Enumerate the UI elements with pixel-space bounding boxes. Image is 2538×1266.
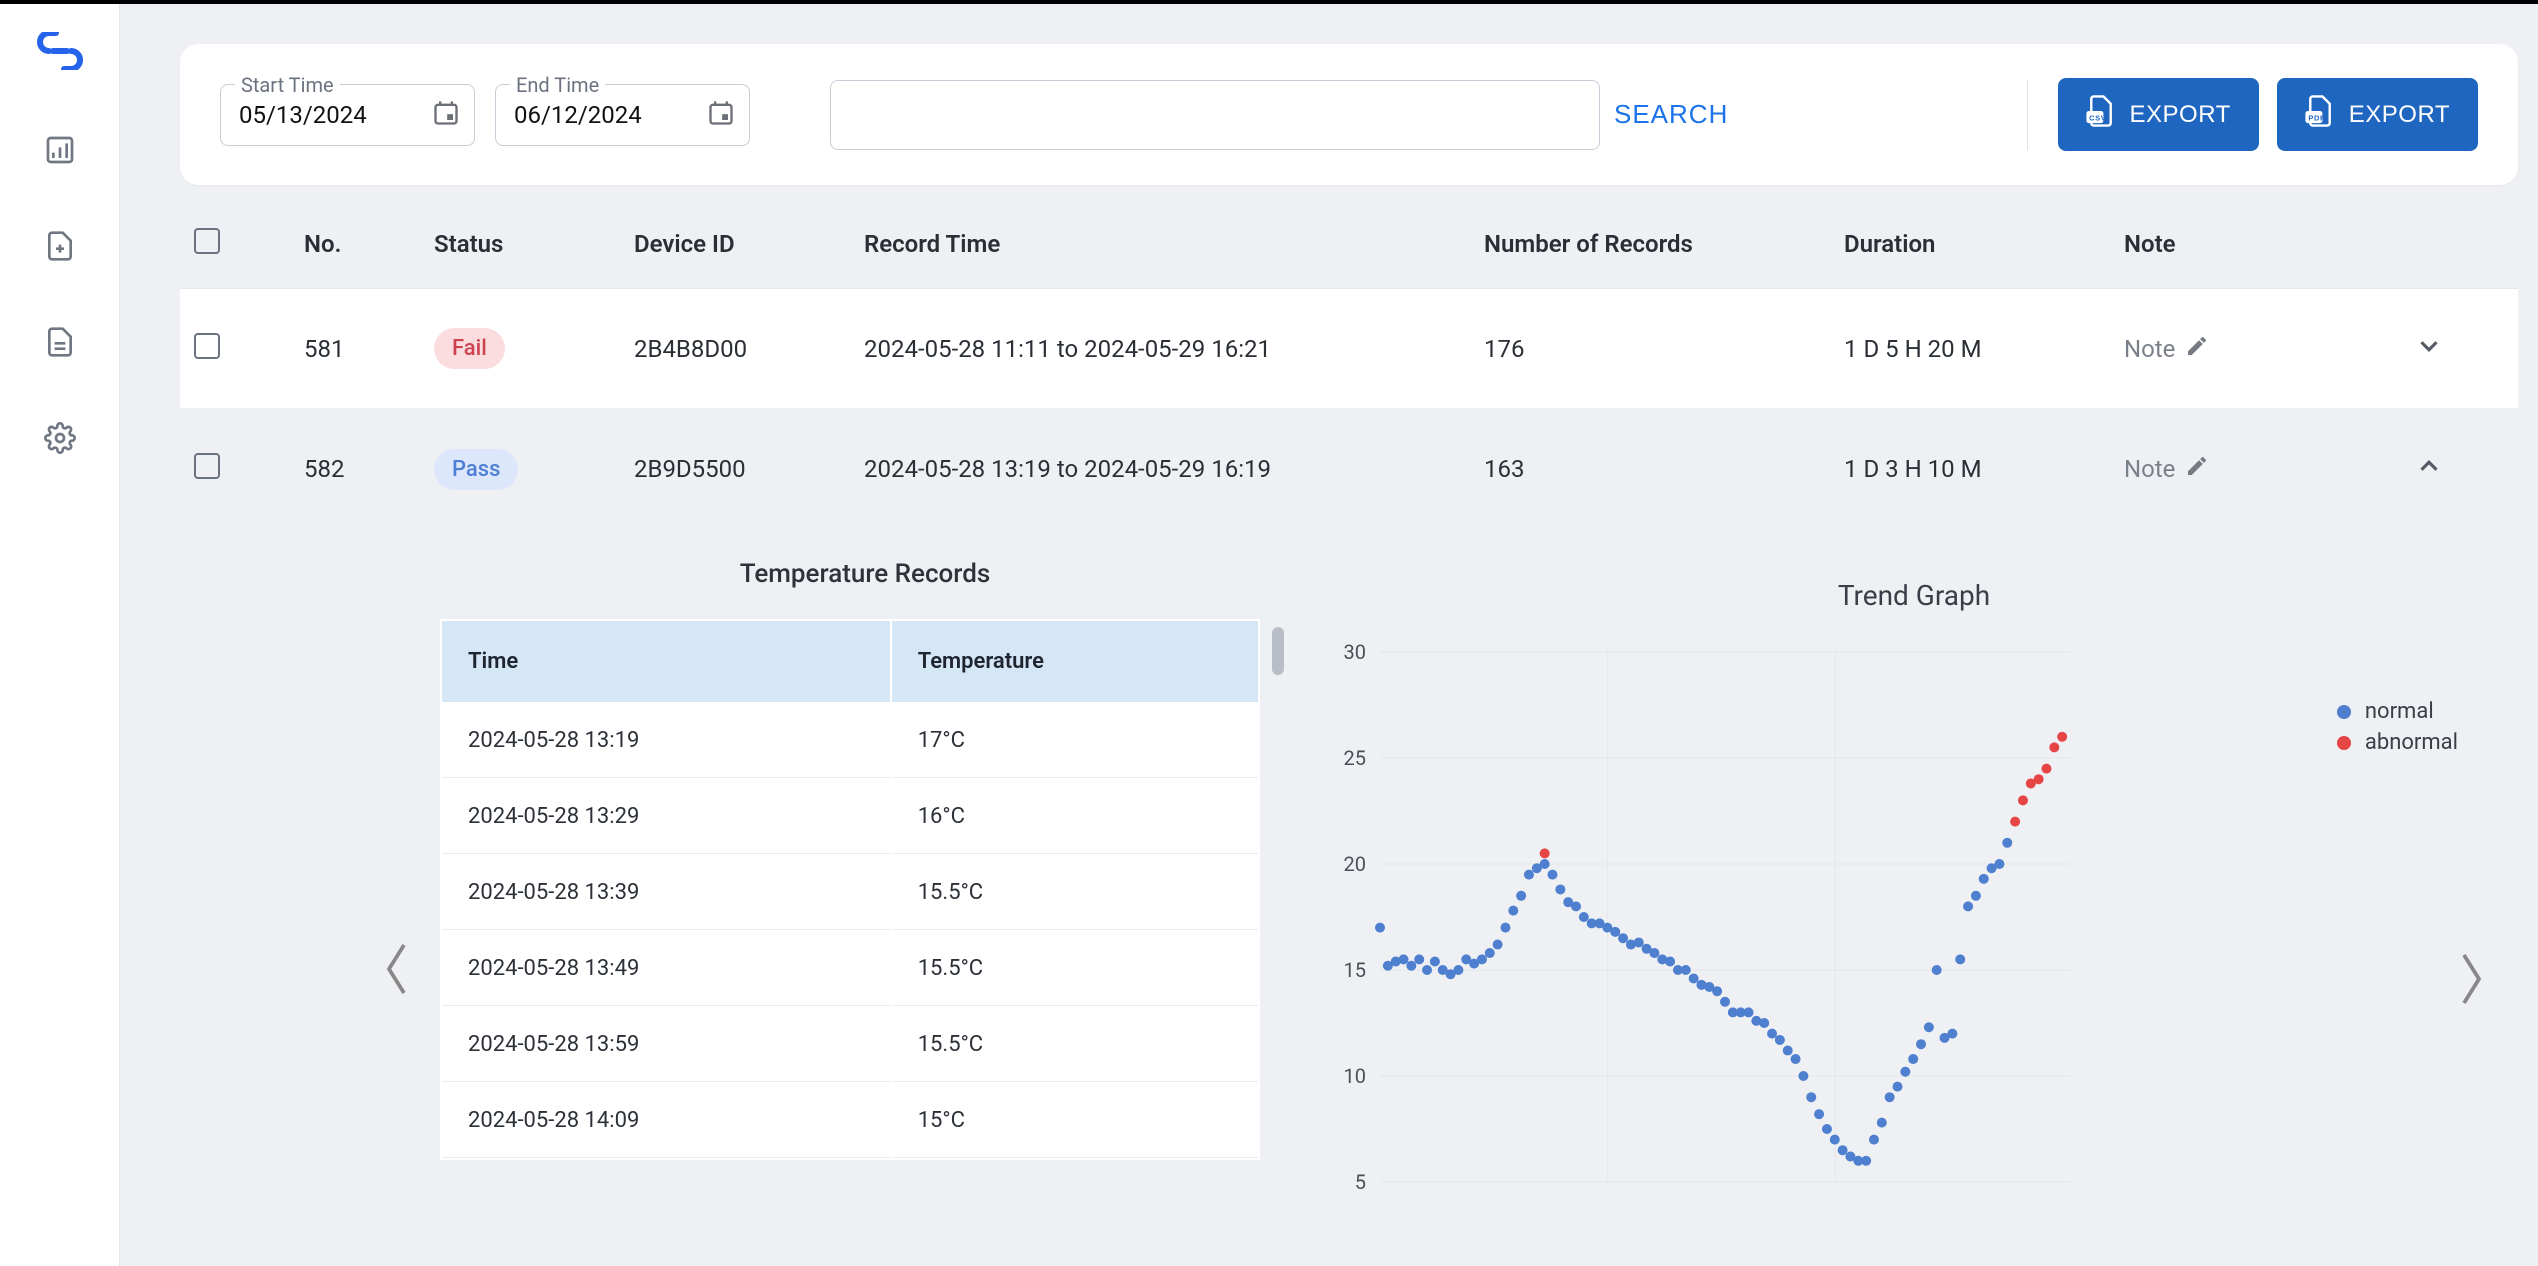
chart-svg: 5 10 15 20 25 30 <box>1310 642 2090 1202</box>
col-record-time: Record Time <box>864 230 1484 258</box>
nav-add-doc-icon[interactable] <box>44 230 76 266</box>
cell-note: Note <box>2124 335 2175 363</box>
svg-text:30: 30 <box>1344 642 1366 664</box>
status-badge-pass: Pass <box>434 449 518 490</box>
records-col-temp: Temperature <box>892 621 1258 702</box>
expand-row-icon[interactable] <box>2414 331 2444 367</box>
cell-record-time: 2024-05-28 11:11 to 2024-05-29 16:21 <box>864 335 1484 363</box>
svg-text:20: 20 <box>1344 852 1366 876</box>
table-row: 582 Pass 2B9D5500 2024-05-28 13:19 to 20… <box>180 409 2518 529</box>
svg-text:5: 5 <box>1355 1170 1366 1194</box>
export-csv-button[interactable]: CSV EXPORT <box>2058 78 2259 151</box>
records-row: 2024-05-28 13:2916°C <box>442 780 1258 854</box>
app-logo <box>35 32 85 74</box>
col-duration: Duration <box>1844 230 2124 258</box>
pdf-icon: PDF <box>2305 94 2335 135</box>
detail-panel: Temperature Records Time Temperature 202… <box>180 529 2518 1202</box>
svg-text:25: 25 <box>1344 746 1366 770</box>
calendar-icon[interactable] <box>707 99 735 131</box>
row-checkbox[interactable] <box>194 333 220 359</box>
collapse-row-icon[interactable] <box>2414 451 2444 487</box>
nav-dashboard-icon[interactable] <box>44 134 76 170</box>
records-cell-temp: 15.5°C <box>892 932 1258 1006</box>
trend-chart: Trend Graph 5 10 15 20 25 30 normal abnormal <box>1310 559 2518 1202</box>
nav-document-icon[interactable] <box>44 326 76 362</box>
edit-note-icon[interactable] <box>2185 454 2209 484</box>
start-time-input[interactable]: Start Time 05/13/2024 <box>220 84 475 146</box>
legend-dot-abnormal <box>2337 736 2351 750</box>
cell-duration: 1 D 3 H 10 M <box>1844 455 2124 483</box>
col-num-records: Number of Records <box>1484 230 1844 258</box>
records-scroll-area[interactable]: Time Temperature 2024-05-28 13:1917°C202… <box>440 619 1290 1160</box>
records-cell-temp: 17°C <box>892 704 1258 778</box>
chart-title: Trend Graph <box>1310 579 2518 612</box>
next-page-icon[interactable] <box>2452 949 2488 1013</box>
select-all-checkbox[interactable] <box>194 228 220 254</box>
cell-device: 2B4B8D00 <box>634 335 864 363</box>
calendar-icon[interactable] <box>432 99 460 131</box>
export-pdf-button[interactable]: PDF EXPORT <box>2277 78 2478 151</box>
main-content: Start Time 05/13/2024 End Time 06/12/202… <box>120 4 2538 1266</box>
col-status: Status <box>434 230 634 258</box>
records-col-time: Time <box>442 621 890 702</box>
records-cell-temp: 15.5°C <box>892 1008 1258 1082</box>
search-input[interactable] <box>830 80 1600 150</box>
svg-text:15: 15 <box>1344 958 1366 982</box>
records-row: 2024-05-28 13:5915.5°C <box>442 1008 1258 1082</box>
cell-note: Note <box>2124 455 2175 483</box>
svg-text:PDF: PDF <box>2308 113 2325 122</box>
cell-record-time: 2024-05-28 13:19 to 2024-05-29 16:19 <box>864 455 1484 483</box>
temperature-records-table: Time Temperature 2024-05-28 13:1917°C202… <box>440 619 1260 1160</box>
records-cell-time: 2024-05-28 13:49 <box>442 932 890 1006</box>
cell-num-records: 163 <box>1484 455 1844 483</box>
export-pdf-label: EXPORT <box>2349 101 2450 129</box>
svg-text:10: 10 <box>1344 1064 1366 1088</box>
cell-device: 2B9D5500 <box>634 455 864 483</box>
chart-legend: normal abnormal <box>2337 699 2458 761</box>
records-cell-temp: 15°C <box>892 1084 1258 1158</box>
legend-label-normal: normal <box>2365 699 2434 724</box>
prev-page-icon[interactable] <box>380 939 420 1003</box>
cell-duration: 1 D 5 H 20 M <box>1844 335 2124 363</box>
records-cell-time: 2024-05-28 13:19 <box>442 704 890 778</box>
status-badge-fail: Fail <box>434 328 505 369</box>
col-device: Device ID <box>634 230 864 258</box>
records-cell-time: 2024-05-28 13:39 <box>442 856 890 930</box>
search-button[interactable]: SEARCH <box>1614 99 1728 130</box>
end-time-label: End Time <box>510 73 605 97</box>
records-row: 2024-05-28 13:1917°C <box>442 704 1258 778</box>
records-cell-time: 2024-05-28 13:59 <box>442 1008 890 1082</box>
row-checkbox[interactable] <box>194 453 220 479</box>
cell-num-records: 176 <box>1484 335 1844 363</box>
legend-label-abnormal: abnormal <box>2365 730 2458 755</box>
records-cell-temp: 16°C <box>892 780 1258 854</box>
csv-icon: CSV <box>2086 94 2116 135</box>
scrollbar-thumb[interactable] <box>1272 627 1284 675</box>
records-cell-time: 2024-05-28 14:09 <box>442 1084 890 1158</box>
cell-no: 581 <box>304 335 434 363</box>
col-note: Note <box>2124 230 2374 258</box>
end-time-input[interactable]: End Time 06/12/2024 <box>495 84 750 146</box>
nav-settings-icon[interactable] <box>44 422 76 458</box>
records-title: Temperature Records <box>440 559 1290 589</box>
records-cell-temp: 15.5°C <box>892 856 1258 930</box>
col-no: No. <box>304 230 434 258</box>
table-header-row: No. Status Device ID Record Time Number … <box>180 199 2518 289</box>
table-row: 581 Fail 2B4B8D00 2024-05-28 11:11 to 20… <box>180 289 2518 409</box>
start-time-label: Start Time <box>235 73 340 97</box>
records-row: 2024-05-28 14:0915°C <box>442 1084 1258 1158</box>
filter-bar: Start Time 05/13/2024 End Time 06/12/202… <box>180 44 2518 185</box>
records-row: 2024-05-28 13:3915.5°C <box>442 856 1258 930</box>
start-time-value: 05/13/2024 <box>239 101 367 129</box>
cell-no: 582 <box>304 455 434 483</box>
records-row: 2024-05-28 13:4915.5°C <box>442 932 1258 1006</box>
edit-note-icon[interactable] <box>2185 334 2209 364</box>
end-time-value: 06/12/2024 <box>514 101 642 129</box>
records-cell-time: 2024-05-28 13:29 <box>442 780 890 854</box>
export-csv-label: EXPORT <box>2130 101 2231 129</box>
svg-text:CSV: CSV <box>2089 113 2106 122</box>
sidebar <box>0 4 120 1266</box>
legend-dot-normal <box>2337 705 2351 719</box>
records-table: No. Status Device ID Record Time Number … <box>180 199 2518 1202</box>
